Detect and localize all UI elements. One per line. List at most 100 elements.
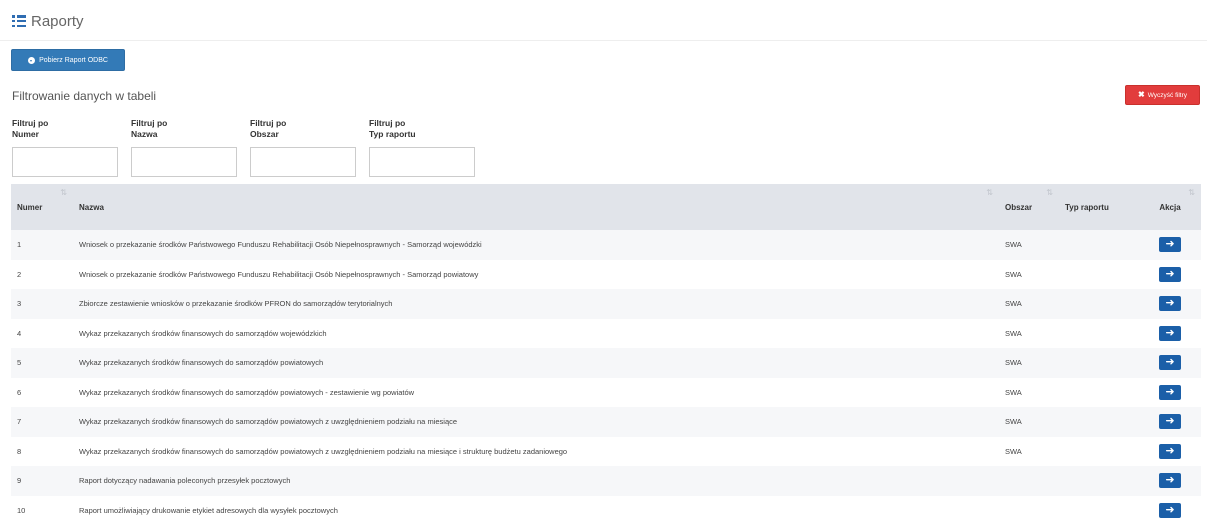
arrow-right-icon: ➜ (1165, 444, 1174, 457)
table-row: 5Wykaz przekazanych środków finansowych … (11, 348, 1201, 378)
cell-typ-raportu (1059, 437, 1139, 467)
cell-typ-raportu (1059, 230, 1139, 260)
open-report-button[interactable]: ➜ (1159, 326, 1181, 341)
arrow-right-icon: ➜ (1165, 385, 1174, 398)
cell-nazwa: Wykaz przekazanych środków finansowych d… (73, 319, 999, 349)
cell-obszar (999, 496, 1059, 525)
cell-nazwa: Raport dotyczący nadawania poleconych pr… (73, 466, 999, 496)
cell-akcja: ➜ (1139, 260, 1201, 290)
cell-nazwa: Zbiorcze zestawienie wniosków o przekaza… (73, 289, 999, 319)
filter-numer-label: Filtruj po Numer (12, 118, 118, 144)
cell-numer: 4 (11, 319, 73, 349)
cell-numer: 5 (11, 348, 73, 378)
cell-typ-raportu (1059, 496, 1139, 525)
cell-akcja: ➜ (1139, 496, 1201, 525)
filter-obszar-label: Filtruj po Obszar (250, 118, 356, 144)
arrow-right-icon: ➜ (1165, 473, 1174, 486)
arrow-right-icon: ➜ (1165, 355, 1174, 368)
filter-obszar-input[interactable] (250, 147, 356, 177)
table-row: 1Wniosek o przekazanie środków Państwowe… (11, 230, 1201, 260)
filter-typ-raportu-input[interactable] (369, 147, 475, 177)
cell-numer: 1 (11, 230, 73, 260)
filter-obszar: Filtruj po Obszar (250, 118, 356, 177)
table-row: 3Zbiorcze zestawienie wniosków o przekaz… (11, 289, 1201, 319)
cell-typ-raportu (1059, 319, 1139, 349)
cell-nazwa: Wykaz przekazanych środków finansowych d… (73, 437, 999, 467)
filter-numer-input[interactable] (12, 147, 118, 177)
open-report-button[interactable]: ➜ (1159, 473, 1181, 488)
cell-typ-raportu (1059, 378, 1139, 408)
cell-nazwa: Wykaz przekazanych środków finansowych d… (73, 407, 999, 437)
header-divider (0, 40, 1207, 41)
cell-typ-raportu (1059, 260, 1139, 290)
filter-typ-raportu-label: Filtruj po Typ raportu (369, 118, 475, 144)
cell-obszar: SWA (999, 260, 1059, 290)
cell-obszar: SWA (999, 289, 1059, 319)
column-header-obszar[interactable]: Obszar ⇅ (999, 184, 1059, 230)
cell-nazwa: Wykaz przekazanych środków finansowych d… (73, 348, 999, 378)
open-report-button[interactable]: ➜ (1159, 237, 1181, 252)
reports-table: Numer ⇅ Nazwa ⇅ Obszar ⇅ Typ raportu Akc… (11, 184, 1201, 525)
cell-akcja: ➜ (1139, 378, 1201, 408)
table-row: 6Wykaz przekazanych środków finansowych … (11, 378, 1201, 408)
arrow-right-icon: ➜ (1165, 237, 1174, 250)
arrow-right-icon: ➜ (1165, 503, 1174, 516)
sort-icon[interactable]: ⇅ (60, 188, 67, 197)
arrow-right-icon: ➜ (1165, 296, 1174, 309)
filter-numer: Filtruj po Numer (12, 118, 118, 177)
sort-icon[interactable]: ⇅ (1188, 188, 1195, 197)
arrow-right-icon: ➜ (1165, 326, 1174, 339)
page-title: Raporty (31, 13, 84, 30)
cell-typ-raportu (1059, 407, 1139, 437)
sort-icon[interactable]: ⇅ (1046, 188, 1053, 197)
column-header-nazwa[interactable]: Nazwa ⇅ (73, 184, 999, 230)
cell-numer: 3 (11, 289, 73, 319)
open-report-button[interactable]: ➜ (1159, 503, 1181, 518)
arrow-right-icon: ➜ (1165, 414, 1174, 427)
open-report-button[interactable]: ➜ (1159, 296, 1181, 311)
column-header-akcja[interactable]: Akcja ⇅ (1139, 184, 1201, 230)
sort-icon[interactable]: ⇅ (986, 188, 993, 197)
download-odbc-report-button[interactable]: Pobierz Raport ODBC (11, 49, 125, 71)
cell-obszar: SWA (999, 437, 1059, 467)
filter-nazwa-label: Filtruj po Nazwa (131, 118, 237, 144)
cell-obszar: SWA (999, 348, 1059, 378)
filter-nazwa-input[interactable] (131, 147, 237, 177)
cell-numer: 7 (11, 407, 73, 437)
cell-obszar: SWA (999, 378, 1059, 408)
clear-filters-label: Wyczyść filtry (1148, 92, 1187, 99)
table-body: 1Wniosek o przekazanie środków Państwowe… (11, 230, 1201, 525)
cell-obszar: SWA (999, 319, 1059, 349)
table-row: 9Raport dotyczący nadawania poleconych p… (11, 466, 1201, 496)
cell-nazwa: Wniosek o przekazanie środków Państwoweg… (73, 230, 999, 260)
cell-obszar: SWA (999, 407, 1059, 437)
cell-typ-raportu (1059, 348, 1139, 378)
table-row: 10Raport umożliwiający drukowanie etykie… (11, 496, 1201, 525)
cell-akcja: ➜ (1139, 407, 1201, 437)
cell-akcja: ➜ (1139, 466, 1201, 496)
cell-obszar: SWA (999, 230, 1059, 260)
cell-nazwa: Raport umożliwiający drukowanie etykiet … (73, 496, 999, 525)
table-row: 7Wykaz przekazanych środków finansowych … (11, 407, 1201, 437)
cell-obszar (999, 466, 1059, 496)
table-row: 4Wykaz przekazanych środków finansowych … (11, 319, 1201, 349)
column-header-typ-raportu[interactable]: Typ raportu (1059, 184, 1139, 230)
open-report-button[interactable]: ➜ (1159, 385, 1181, 400)
table-row: 8Wykaz przekazanych środków finansowych … (11, 437, 1201, 467)
column-header-numer[interactable]: Numer ⇅ (11, 184, 73, 230)
arrow-right-icon: ➜ (1165, 267, 1174, 280)
open-report-button[interactable]: ➜ (1159, 355, 1181, 370)
open-report-button[interactable]: ➜ (1159, 444, 1181, 459)
cell-akcja: ➜ (1139, 289, 1201, 319)
cell-typ-raportu (1059, 289, 1139, 319)
cell-akcja: ➜ (1139, 319, 1201, 349)
filter-nazwa: Filtruj po Nazwa (131, 118, 237, 177)
download-odbc-report-label: Pobierz Raport ODBC (39, 57, 108, 64)
open-report-button[interactable]: ➜ (1159, 414, 1181, 429)
list-icon (12, 15, 26, 27)
clear-filters-button[interactable]: ✖ Wyczyść filtry (1125, 85, 1200, 105)
page-header: Raporty (12, 11, 84, 31)
filter-typ-raportu: Filtruj po Typ raportu (369, 118, 475, 177)
open-report-button[interactable]: ➜ (1159, 267, 1181, 282)
cell-numer: 8 (11, 437, 73, 467)
